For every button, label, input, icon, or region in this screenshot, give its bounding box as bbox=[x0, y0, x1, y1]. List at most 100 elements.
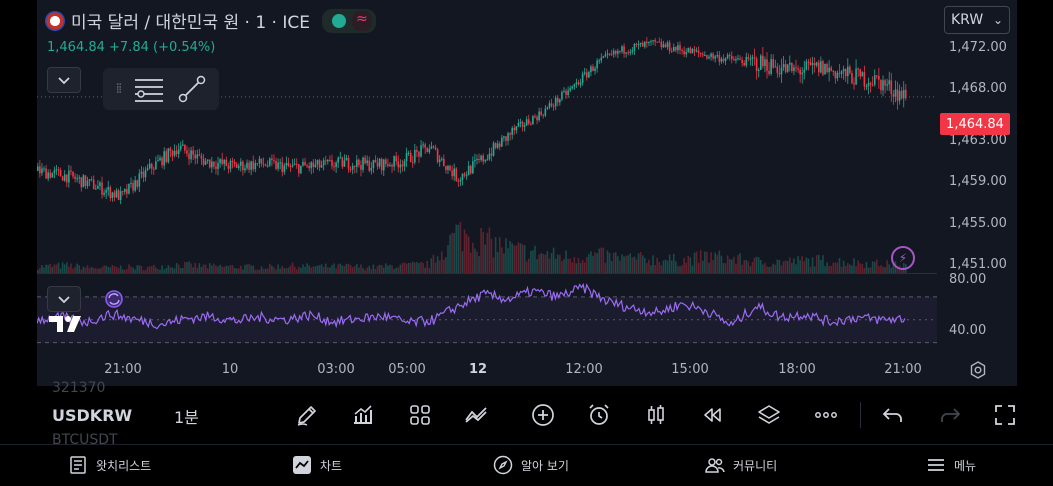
collapse-legend-button[interactable] bbox=[47, 67, 81, 93]
volume-bar bbox=[86, 265, 89, 273]
undo-button[interactable] bbox=[878, 400, 908, 430]
candle-body bbox=[724, 58, 727, 62]
candle-body bbox=[281, 162, 284, 173]
layers-button[interactable] bbox=[754, 400, 784, 430]
trend-line-icon[interactable] bbox=[178, 75, 206, 103]
candle-body bbox=[378, 158, 381, 167]
candle-body bbox=[291, 164, 294, 167]
candle-body bbox=[217, 162, 219, 169]
market-status-pill[interactable]: ≈ bbox=[321, 8, 376, 33]
settings-icon[interactable] bbox=[969, 361, 987, 379]
volume-bar bbox=[407, 262, 410, 273]
time-axis[interactable]: 21:00 10 03:00 05:00 12 12:00 15:00 18:0… bbox=[37, 353, 1017, 386]
candle-body bbox=[422, 144, 424, 146]
volume-bar bbox=[523, 245, 526, 273]
redo-button[interactable] bbox=[935, 400, 965, 430]
candle-body bbox=[457, 180, 460, 182]
volume-bar bbox=[871, 261, 874, 273]
sync-icon[interactable] bbox=[103, 288, 125, 310]
price-axis[interactable]: KRW ⌄ 1,472.00 1,468.00 1,463.00 1,459.0… bbox=[937, 0, 1017, 386]
time-label: 15:00 bbox=[671, 362, 709, 377]
add-symbol-button[interactable] bbox=[528, 400, 558, 430]
symbol-toolbar: 321370 BTCUSDT USDKRW 1분 bbox=[0, 380, 1053, 448]
oscillator-chart[interactable] bbox=[37, 274, 937, 354]
candle-body bbox=[393, 156, 395, 167]
candle-body bbox=[277, 162, 279, 169]
candle-body bbox=[368, 160, 371, 171]
nav-explore[interactable]: 알아 보기 bbox=[493, 455, 569, 475]
drag-handle-icon[interactable]: ⁞⁞ bbox=[116, 81, 123, 97]
alert-button[interactable] bbox=[584, 400, 614, 430]
currency-selector[interactable]: KRW ⌄ bbox=[944, 6, 1010, 34]
chart-type-button[interactable] bbox=[641, 400, 671, 430]
candle-body bbox=[103, 192, 105, 195]
templates-button[interactable] bbox=[405, 400, 435, 430]
more-button[interactable] bbox=[811, 400, 841, 430]
collapse-indicator-button[interactable] bbox=[47, 286, 81, 312]
candle-body bbox=[148, 163, 151, 169]
candle-body bbox=[289, 165, 292, 167]
symbol-title[interactable]: 미국 달러 / 대한민국 원 · 1 · ICE bbox=[71, 8, 310, 33]
object-tree-icon[interactable] bbox=[133, 75, 165, 103]
replay-button[interactable] bbox=[697, 400, 727, 430]
volume-bar bbox=[561, 261, 563, 273]
volume-bar bbox=[635, 259, 638, 273]
volume-bar bbox=[432, 254, 435, 273]
flash-icon[interactable]: ⚡ bbox=[891, 246, 915, 270]
volume-bar bbox=[718, 250, 721, 273]
volume-bar bbox=[486, 232, 489, 273]
volume-bar bbox=[542, 253, 545, 273]
candle-body bbox=[376, 162, 379, 167]
candle-body bbox=[84, 175, 87, 187]
menu-icon bbox=[928, 459, 944, 471]
compare-button[interactable] bbox=[461, 400, 491, 430]
candle-body bbox=[728, 54, 731, 56]
volume-bar bbox=[706, 251, 708, 273]
indicators-button[interactable] bbox=[348, 400, 378, 430]
drawing-tool-button[interactable] bbox=[292, 400, 322, 430]
chart-area[interactable]: 미국 달러 / 대한민국 원 · 1 · ICE ≈ 1,464.84 +7.8… bbox=[37, 0, 1017, 386]
candle-body bbox=[617, 50, 619, 54]
nav-menu[interactable]: 메뉴 bbox=[926, 455, 976, 475]
volume-bar bbox=[683, 257, 685, 273]
candle-body bbox=[196, 154, 199, 159]
candle-body bbox=[97, 186, 99, 189]
candle-body bbox=[360, 165, 362, 170]
volume-bar bbox=[592, 255, 594, 273]
volume-bar bbox=[515, 245, 518, 273]
volume-bar bbox=[498, 237, 501, 273]
candle-body bbox=[552, 105, 555, 107]
candle-body bbox=[503, 136, 505, 138]
volume-bar bbox=[627, 255, 630, 273]
nav-community[interactable]: 커뮤니티 bbox=[705, 455, 777, 475]
nav-chart[interactable]: 차트 bbox=[292, 455, 342, 475]
volume-bar bbox=[832, 262, 835, 273]
background-ticker: 321370 bbox=[52, 380, 106, 396]
chevron-down-icon bbox=[58, 296, 70, 304]
candle-body bbox=[440, 158, 443, 160]
volume-bar bbox=[849, 264, 851, 273]
volume-bar bbox=[782, 261, 785, 273]
volume-bar bbox=[463, 229, 466, 273]
volume-bar bbox=[857, 260, 859, 273]
volume-bar bbox=[720, 255, 723, 273]
candle-body bbox=[472, 161, 474, 174]
candle-body bbox=[233, 162, 236, 164]
fullscreen-button[interactable] bbox=[990, 400, 1020, 430]
interval-button[interactable]: 1분 bbox=[174, 404, 199, 428]
oscillator-pane[interactable] bbox=[37, 273, 937, 353]
drawing-tools-box[interactable]: ⁞⁞ bbox=[103, 68, 219, 110]
candle-body bbox=[722, 58, 725, 62]
main-price-pane[interactable]: 미국 달러 / 대한민국 원 · 1 · ICE ≈ 1,464.84 +7.8… bbox=[37, 0, 937, 273]
candle-body bbox=[229, 160, 232, 169]
volume-bar bbox=[689, 257, 692, 273]
nav-watchlist[interactable]: 왓치리스트 bbox=[68, 455, 151, 475]
volume-bar bbox=[886, 260, 888, 273]
chevron-down-icon: ⌄ bbox=[992, 13, 1003, 27]
symbol-legend[interactable]: 미국 달러 / 대한민국 원 · 1 · ICE ≈ bbox=[45, 8, 376, 33]
volume-bar bbox=[604, 262, 607, 273]
volume-bar bbox=[735, 263, 737, 273]
candle-body bbox=[805, 61, 808, 70]
candle-body bbox=[304, 161, 306, 166]
symbol-name-button[interactable]: USDKRW bbox=[52, 406, 132, 425]
